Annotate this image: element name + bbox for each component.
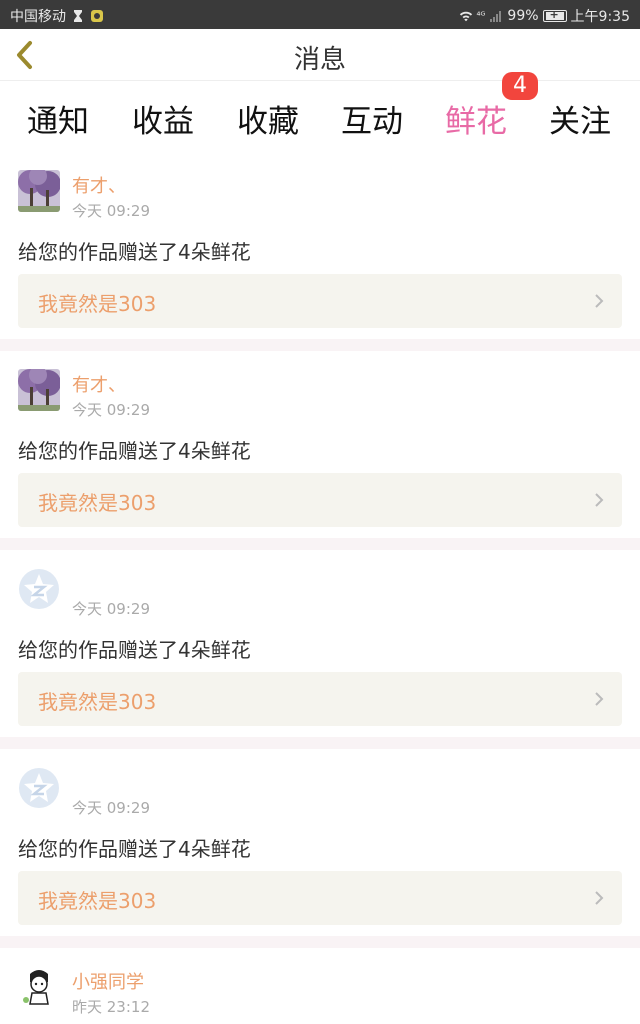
message-time: 今天 09:29 <box>72 600 150 618</box>
work-title: 我竟然是303 <box>38 491 157 515</box>
tree-photo-icon <box>18 170 60 212</box>
message-time: 今天 09:29 <box>72 202 150 220</box>
carrier-label: 中国移动 <box>10 9 66 25</box>
signal-icon <box>490 11 502 22</box>
avatar[interactable] <box>18 767 60 809</box>
work-link[interactable]: 我竟然是303 <box>18 871 622 925</box>
message-tabs: 通知 收益 收藏 互动 鲜花 关注 4 <box>0 72 640 157</box>
battery-percent: 99% <box>507 8 539 24</box>
list-item: 有才、 今天 09:29 给您的作品赠送了4朵鲜花 我竟然是303 <box>0 152 640 339</box>
avatar[interactable] <box>18 170 60 212</box>
tab-flowers[interactable]: 鲜花 <box>424 96 528 157</box>
hourglass-icon <box>74 10 82 22</box>
chevron-right-icon <box>595 891 604 905</box>
default-star-avatar-icon <box>19 569 59 609</box>
tab-earnings[interactable]: 收益 <box>111 96 215 141</box>
work-title: 我竟然是303 <box>38 292 157 316</box>
message-time: 今天 09:29 <box>72 401 150 419</box>
chevron-right-icon <box>595 294 604 308</box>
divider <box>0 339 640 351</box>
message-text: 给您的作品赠送了4朵鲜花 <box>18 240 251 264</box>
chevron-right-icon <box>595 493 604 507</box>
app-notification-icon <box>91 10 103 22</box>
message-text: 给您的作品赠送了4朵鲜花 <box>18 638 251 662</box>
page-title: 消息 <box>293 45 346 75</box>
divider <box>0 538 640 550</box>
tab-favorites[interactable]: 收藏 <box>216 96 320 141</box>
wifi-icon <box>459 11 472 22</box>
top-app-bar: 消息 <box>0 29 640 81</box>
work-link[interactable]: 我竟然是303 <box>18 473 622 527</box>
list-item: 今天 09:29 给您的作品赠送了4朵鲜花 我竟然是303 <box>0 550 640 737</box>
sender-name[interactable]: 小强同学 <box>72 968 144 994</box>
divider <box>0 936 640 948</box>
cartoon-boy-avatar-icon <box>18 966 60 1008</box>
work-title: 我竟然是303 <box>38 889 157 913</box>
clock: 上午9:35 <box>570 9 630 25</box>
status-bar: 中国移动 ⁴ᴳ 99% + 上午9:35 <box>0 0 640 29</box>
message-text: 给您的作品赠送了4朵鲜花 <box>18 837 251 861</box>
chevron-right-icon <box>595 692 604 706</box>
list-item: 小强同学 昨天 23:12 <box>0 948 640 1018</box>
tab-following[interactable]: 关注 <box>528 96 632 141</box>
sender-name[interactable]: 有才、 <box>72 371 126 397</box>
message-time: 今天 09:29 <box>72 799 150 817</box>
sender-name[interactable]: 有才、 <box>72 172 126 198</box>
battery-icon: + <box>542 8 567 22</box>
work-link[interactable]: 我竟然是303 <box>18 672 622 726</box>
tab-notice[interactable]: 通知 <box>6 96 110 141</box>
default-star-avatar-icon <box>19 768 59 808</box>
list-item: 今天 09:29 给您的作品赠送了4朵鲜花 我竟然是303 <box>0 749 640 936</box>
divider <box>0 737 640 749</box>
flower-message-list: 有才、 今天 09:29 给您的作品赠送了4朵鲜花 我竟然是303 有才、 今天… <box>0 152 640 1018</box>
avatar[interactable] <box>18 369 60 411</box>
network-type-label: ⁴ᴳ <box>476 10 486 22</box>
work-title: 我竟然是303 <box>38 690 157 714</box>
avatar[interactable] <box>18 966 60 1008</box>
list-item: 有才、 今天 09:29 给您的作品赠送了4朵鲜花 我竟然是303 <box>0 351 640 538</box>
tree-photo-icon <box>18 369 60 411</box>
avatar[interactable] <box>18 568 60 610</box>
status-right: ⁴ᴳ 99% + 上午9:35 <box>459 6 630 26</box>
message-text: 给您的作品赠送了4朵鲜花 <box>18 439 251 463</box>
flowers-unread-badge: 4 <box>502 72 538 100</box>
message-time: 昨天 23:12 <box>72 998 150 1016</box>
tab-interactions[interactable]: 互动 <box>320 96 424 141</box>
tab-flowers-label: 鲜花 <box>445 104 507 140</box>
status-left: 中国移动 <box>10 6 104 26</box>
work-link[interactable]: 我竟然是303 <box>18 274 622 328</box>
